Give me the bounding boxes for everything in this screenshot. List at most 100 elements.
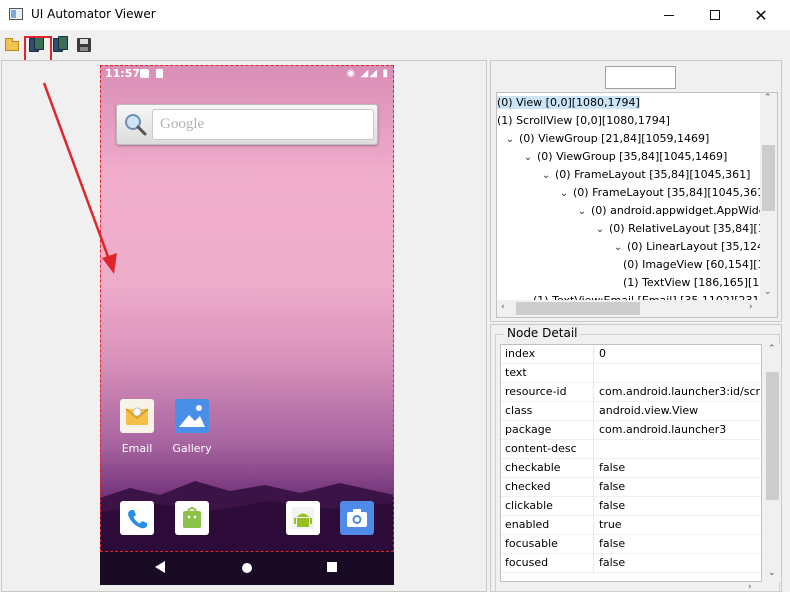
tree-horizontal-scrollbar[interactable]: ‹ ›	[497, 300, 762, 317]
tree-node-label: (0) RelativeLayout [35,84][1045,361]	[609, 222, 777, 235]
detail-vertical-scrollbar[interactable]: ⌃ ⌄	[764, 344, 781, 582]
detail-separator	[593, 364, 594, 383]
market-app-icon[interactable]	[175, 501, 209, 535]
device-screenshot-compressed-icon-overlay	[58, 36, 68, 50]
expand-chevron-icon[interactable]: ⌄	[501, 131, 519, 149]
detail-row[interactable]: clickable false	[501, 497, 761, 516]
detail-scroll-up-icon[interactable]: ⌃	[768, 344, 776, 354]
detail-value: 0	[599, 347, 606, 360]
detail-separator	[593, 383, 594, 402]
detail-row[interactable]: focused false	[501, 554, 761, 573]
detail-row[interactable]: enabled true	[501, 516, 761, 535]
window-title: UI Automator Viewer	[31, 7, 156, 21]
detail-row[interactable]: checkable false	[501, 459, 761, 478]
status-time: 11:57	[105, 67, 141, 80]
scroll-corner	[760, 300, 777, 317]
tree-node[interactable]: (0) View [0,0][1080,1794]	[497, 94, 640, 112]
scroll-up-icon[interactable]: ⌃	[764, 93, 772, 103]
camera-app-icon[interactable]	[340, 501, 374, 535]
detail-value: true	[599, 518, 622, 531]
detail-row[interactable]: resource-id com.android.launcher3:id/scri…	[501, 383, 762, 402]
detail-separator	[593, 478, 594, 497]
detail-key: content-desc	[505, 442, 577, 455]
open-button[interactable]	[5, 38, 23, 56]
detail-separator	[593, 345, 594, 364]
maximize-button[interactable]	[692, 0, 738, 30]
android-app-icon[interactable]	[286, 501, 320, 535]
detail-row[interactable]: checked false	[501, 478, 761, 497]
detail-row[interactable]: content-desc	[501, 440, 761, 459]
minimize-icon	[664, 14, 674, 16]
hierarchy-pane: (0) View [0,0][1080,1794] (1) ScrollView …	[490, 60, 782, 322]
tree-node[interactable]: ⌄(0) LinearLayout [35,124][1045,322]	[609, 238, 777, 257]
tree-node[interactable]: (1) ScrollView [0,0][1080,1794]	[497, 112, 670, 130]
minimize-button[interactable]	[646, 0, 692, 30]
device-screenshot-compressed-button[interactable]	[52, 36, 70, 54]
tree-node[interactable]: (0) ImageView [60,154][160,254]	[623, 256, 777, 274]
tree-node-label: (1) ScrollView [0,0][1080,1794]	[497, 114, 670, 127]
phone-app-icon[interactable]	[120, 501, 154, 535]
tree-filter-input[interactable]	[605, 66, 676, 89]
close-button[interactable]: ✕	[738, 0, 784, 30]
recents-icon[interactable]	[327, 562, 337, 572]
detail-key: index	[505, 347, 536, 360]
title-bar: UI Automator Viewer ✕	[0, 0, 790, 30]
tree-vertical-thumb[interactable]	[762, 145, 775, 211]
detail-key: checkable	[505, 461, 561, 474]
tree-node[interactable]: ⌄(0) android.appwidget.AppWidgetHostView	[573, 202, 777, 221]
search-input[interactable]: Google	[152, 109, 374, 140]
detail-horizontal-scrollbar[interactable]: ›	[500, 582, 762, 592]
expand-chevron-icon[interactable]: ⌄	[591, 221, 609, 239]
expand-chevron-icon[interactable]: ⌄	[573, 203, 591, 221]
tree-vertical-scrollbar[interactable]: ⌃ ⌄	[760, 93, 777, 301]
tree-node[interactable]: ⌄(0) RelativeLayout [35,84][1045,361]	[591, 220, 777, 239]
detail-scroll-down-icon[interactable]: ⌄	[768, 568, 776, 578]
tree-horizontal-thumb[interactable]	[516, 302, 640, 315]
expand-chevron-icon[interactable]: ⌄	[555, 185, 573, 203]
expand-chevron-icon[interactable]: ⌄	[537, 167, 555, 185]
detail-key: checked	[505, 480, 551, 493]
google-search-widget[interactable]: Google	[116, 104, 378, 145]
toolbar	[0, 30, 790, 60]
detail-row[interactable]: focusable false	[501, 535, 761, 554]
save-icon	[77, 38, 91, 52]
save-button[interactable]	[76, 36, 94, 54]
detail-key: clickable	[505, 499, 553, 512]
email-app-label: Email	[121, 442, 153, 455]
detail-key: focusable	[505, 537, 558, 550]
back-icon[interactable]	[155, 561, 165, 573]
gallery-app-icon[interactable]	[175, 399, 209, 433]
tree-node[interactable]: ⌄ (0) FrameLayout [35,84][1045,361]	[555, 184, 769, 203]
tree-node-label: (0) View [0,0][1080,1794]	[497, 96, 640, 109]
node-detail-table: index 0 text resource-id com.android.launche…	[500, 344, 762, 582]
detail-separator	[593, 459, 594, 478]
expand-chevron-icon[interactable]: ⌄	[609, 239, 627, 257]
detail-key: class	[505, 404, 533, 417]
scroll-left-icon[interactable]: ‹	[501, 302, 505, 312]
tree-node[interactable]: (1) TextView [186,165][1045,244]	[623, 274, 777, 292]
detail-vertical-thumb[interactable]	[766, 372, 779, 500]
tree-node[interactable]: ⌄ (0) FrameLayout [35,84][1045,361]	[537, 166, 751, 185]
maximize-icon	[710, 10, 720, 20]
scroll-down-icon[interactable]: ⌄	[764, 287, 772, 297]
scroll-right-icon[interactable]: ›	[749, 302, 753, 312]
detail-row[interactable]: index 0	[501, 345, 761, 364]
tree-node[interactable]: ⌄ (0) ViewGroup [21,84][1059,1469]	[501, 130, 710, 149]
device-screenshot[interactable]: 11:57 ◉ ◢◢ ▮ Google Email Gallery	[100, 65, 394, 585]
detail-row[interactable]: package com.android.launcher3	[501, 421, 761, 440]
email-app-icon[interactable]	[120, 399, 154, 433]
home-icon[interactable]	[242, 563, 252, 573]
detail-row[interactable]: class android.view.View	[501, 402, 761, 421]
email-icon	[125, 407, 149, 425]
node-detail-title: Node Detail	[504, 326, 581, 340]
node-detail-pane: Node Detail index 0 text resource-id com.and…	[490, 324, 782, 592]
detail-row[interactable]: text	[501, 364, 761, 383]
detail-scroll-right-icon[interactable]: ›	[748, 582, 752, 592]
hierarchy-tree: (0) View [0,0][1080,1794] (1) ScrollView …	[496, 92, 778, 318]
expand-chevron-icon[interactable]: ⌄	[519, 149, 537, 167]
tree-node[interactable]: ⌄ (0) ViewGroup [35,84][1045,1469]	[519, 148, 728, 167]
tree-node-label: (0) LinearLayout [35,124][1045,322]	[627, 240, 777, 253]
detail-separator	[593, 516, 594, 535]
detail-value: com.android.launcher3:id/scri...	[599, 385, 762, 398]
detail-value: false	[599, 537, 626, 550]
